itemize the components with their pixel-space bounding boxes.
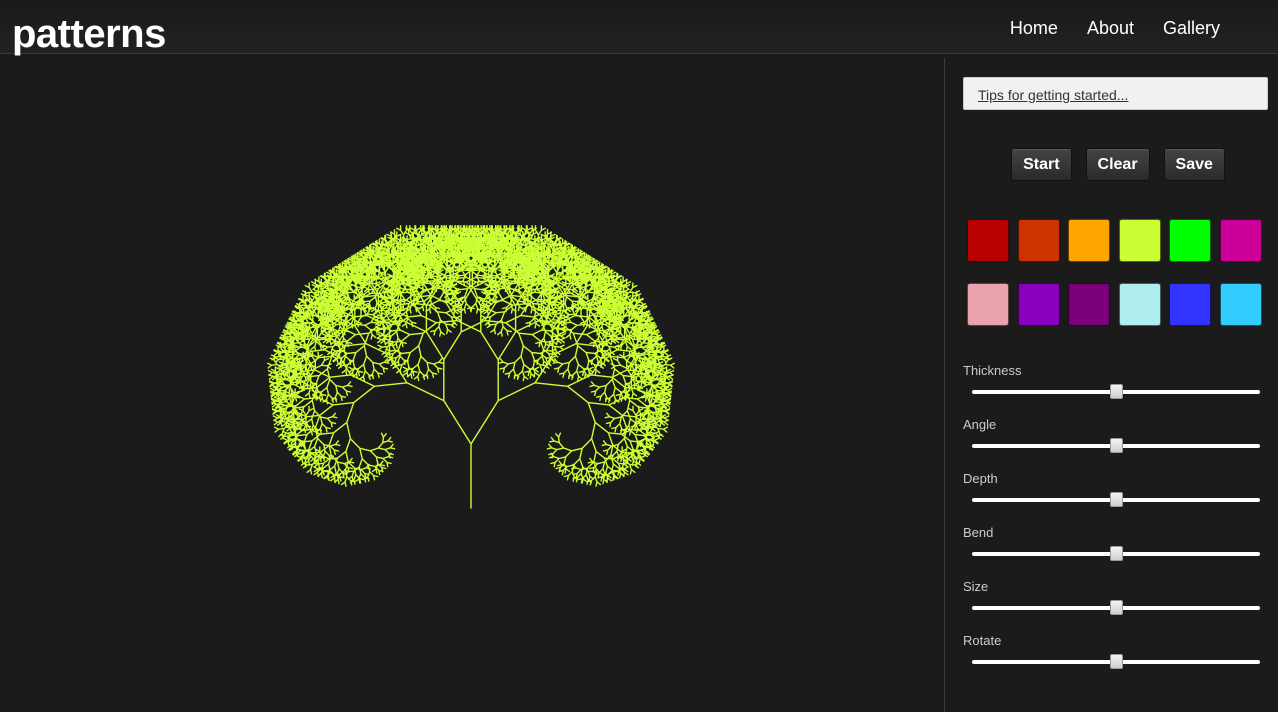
slider-rotate[interactable] xyxy=(972,654,1260,669)
color-swatch[interactable] xyxy=(1017,283,1060,326)
color-swatch[interactable] xyxy=(1219,219,1262,262)
slider-thumb[interactable] xyxy=(1110,492,1123,507)
top-navbar: patterns Home About Gallery xyxy=(0,0,1278,54)
slider-label-rotate: Rotate xyxy=(963,633,1002,648)
color-swatch[interactable] xyxy=(1118,219,1161,262)
color-palette xyxy=(967,219,1267,326)
slider-thumb[interactable] xyxy=(1110,384,1123,399)
color-swatch[interactable] xyxy=(1068,283,1110,326)
fractal-tree-canvas[interactable] xyxy=(0,54,944,712)
slider-bend[interactable] xyxy=(972,546,1260,561)
color-swatch[interactable] xyxy=(1169,219,1211,262)
main-nav: Home About Gallery xyxy=(1010,18,1220,39)
color-swatch[interactable] xyxy=(1068,219,1110,262)
drawing-canvas-area[interactable] xyxy=(0,54,944,712)
clear-button[interactable]: Clear xyxy=(1085,148,1150,181)
color-swatch[interactable] xyxy=(1169,283,1211,326)
tips-link[interactable]: Tips for getting started... xyxy=(978,87,1128,103)
slider-thumb[interactable] xyxy=(1110,438,1123,453)
color-swatch[interactable] xyxy=(967,219,1009,262)
slider-angle[interactable] xyxy=(972,438,1260,453)
slider-size[interactable] xyxy=(972,600,1260,615)
slider-label-thickness: Thickness xyxy=(963,363,1022,378)
slider-label-size: Size xyxy=(963,579,989,594)
slider-thumb[interactable] xyxy=(1110,654,1123,669)
action-buttons: Start Clear Save xyxy=(945,148,1278,181)
nav-gallery-link[interactable]: Gallery xyxy=(1163,18,1220,39)
color-swatch[interactable] xyxy=(1219,283,1262,326)
slider-label-bend: Bend xyxy=(963,525,994,540)
nav-about-link[interactable]: About xyxy=(1087,18,1134,39)
nav-home-link[interactable]: Home xyxy=(1010,18,1058,39)
slider-thumb[interactable] xyxy=(1110,546,1123,561)
tips-box: Tips for getting started... xyxy=(963,77,1268,110)
tree-branches xyxy=(267,225,675,509)
slider-thumb[interactable] xyxy=(1110,600,1123,615)
color-swatch[interactable] xyxy=(967,283,1009,326)
controls-panel: Tips for getting started... Start Clear … xyxy=(944,58,1278,712)
color-swatch[interactable] xyxy=(1017,219,1060,262)
slider-label-angle: Angle xyxy=(963,417,997,432)
slider-depth[interactable] xyxy=(972,492,1260,507)
app-logo[interactable]: patterns xyxy=(12,14,166,54)
color-swatch[interactable] xyxy=(1118,283,1161,326)
slider-thickness[interactable] xyxy=(972,384,1260,399)
slider-label-depth: Depth xyxy=(963,471,998,486)
start-button[interactable]: Start xyxy=(1011,148,1072,181)
save-button[interactable]: Save xyxy=(1163,148,1225,181)
tree-branch-paths xyxy=(267,225,675,509)
